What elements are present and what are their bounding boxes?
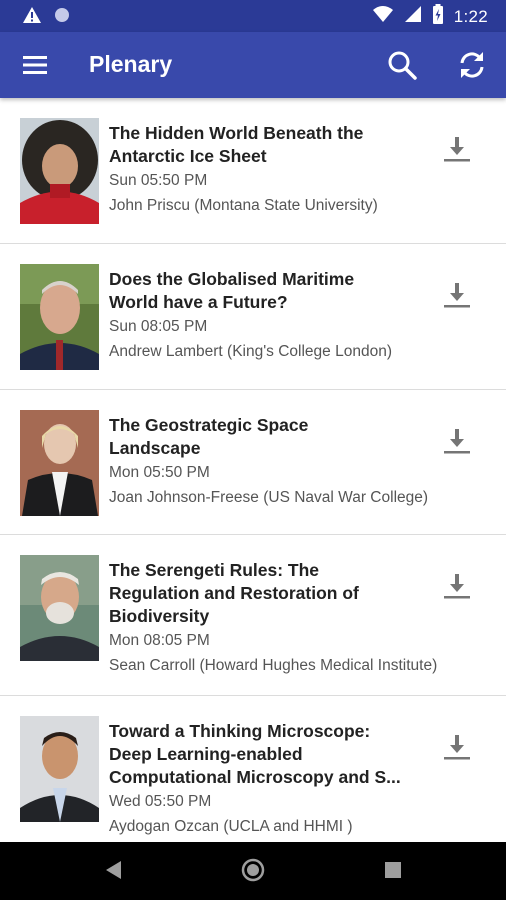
download-icon[interactable] (442, 732, 472, 762)
list-item[interactable]: The Hidden World Beneath the Antarctic I… (0, 98, 506, 244)
session-title: The Hidden World Beneath the Antarctic I… (109, 123, 364, 166)
back-icon[interactable] (103, 859, 123, 886)
recents-icon[interactable] (384, 861, 402, 884)
dot-icon (54, 7, 70, 28)
app-bar: Plenary (0, 32, 506, 98)
download-icon[interactable] (442, 280, 472, 310)
speaker-photo (20, 410, 99, 516)
session-speaker: John Priscu (Montana State University) (109, 197, 378, 214)
session-list[interactable]: The Hidden World Beneath the Antarctic I… (0, 98, 506, 842)
session-time: Wed 05:50 PM (109, 793, 212, 810)
session-speaker: Aydogan Ozcan (UCLA and HHMI ) (109, 818, 353, 835)
speaker-photo (20, 118, 99, 224)
session-time: Sun 08:05 PM (109, 318, 208, 335)
refresh-icon[interactable] (456, 49, 488, 81)
warning-icon (22, 6, 42, 29)
page-title: Plenary (89, 51, 173, 77)
list-item[interactable]: The Serengeti Rules: The Regulation and … (0, 535, 506, 696)
clock: 1:22 (453, 6, 488, 26)
session-title: Toward a Thinking Microscope: Deep Learn… (109, 721, 401, 787)
session-speaker: Sean Carroll (Howard Hughes Medical Inst… (109, 657, 438, 674)
signal-icon (404, 5, 422, 28)
session-title: The Serengeti Rules: The Regulation and … (109, 560, 359, 626)
navigation-bar (0, 842, 506, 900)
session-speaker: Joan Johnson-Freese (US Naval War Colleg… (109, 489, 429, 506)
menu-icon[interactable] (22, 52, 48, 78)
battery-icon (432, 4, 444, 29)
list-item[interactable]: Toward a Thinking Microscope: Deep Learn… (0, 696, 506, 842)
speaker-photo (20, 264, 99, 370)
speaker-photo (20, 555, 99, 661)
speaker-photo (20, 716, 99, 822)
wifi-icon (372, 5, 394, 28)
session-title: The Geostrategic Space Landscape (109, 415, 309, 458)
download-icon[interactable] (442, 571, 472, 601)
home-icon[interactable] (241, 858, 265, 887)
list-item[interactable]: The Geostrategic Space Landscape Mon 05:… (0, 390, 506, 535)
status-bar: 1:22 (0, 0, 506, 32)
search-icon[interactable] (386, 49, 418, 81)
session-time: Mon 05:50 PM (109, 464, 210, 481)
session-time: Mon 08:05 PM (109, 632, 210, 649)
session-time: Sun 05:50 PM (109, 172, 208, 189)
session-speaker: Andrew Lambert (King's College London) (109, 343, 392, 360)
list-item[interactable]: Does the Globalised Maritime World have … (0, 244, 506, 390)
session-title: Does the Globalised Maritime World have … (109, 269, 355, 312)
download-icon[interactable] (442, 134, 472, 164)
download-icon[interactable] (442, 426, 472, 456)
